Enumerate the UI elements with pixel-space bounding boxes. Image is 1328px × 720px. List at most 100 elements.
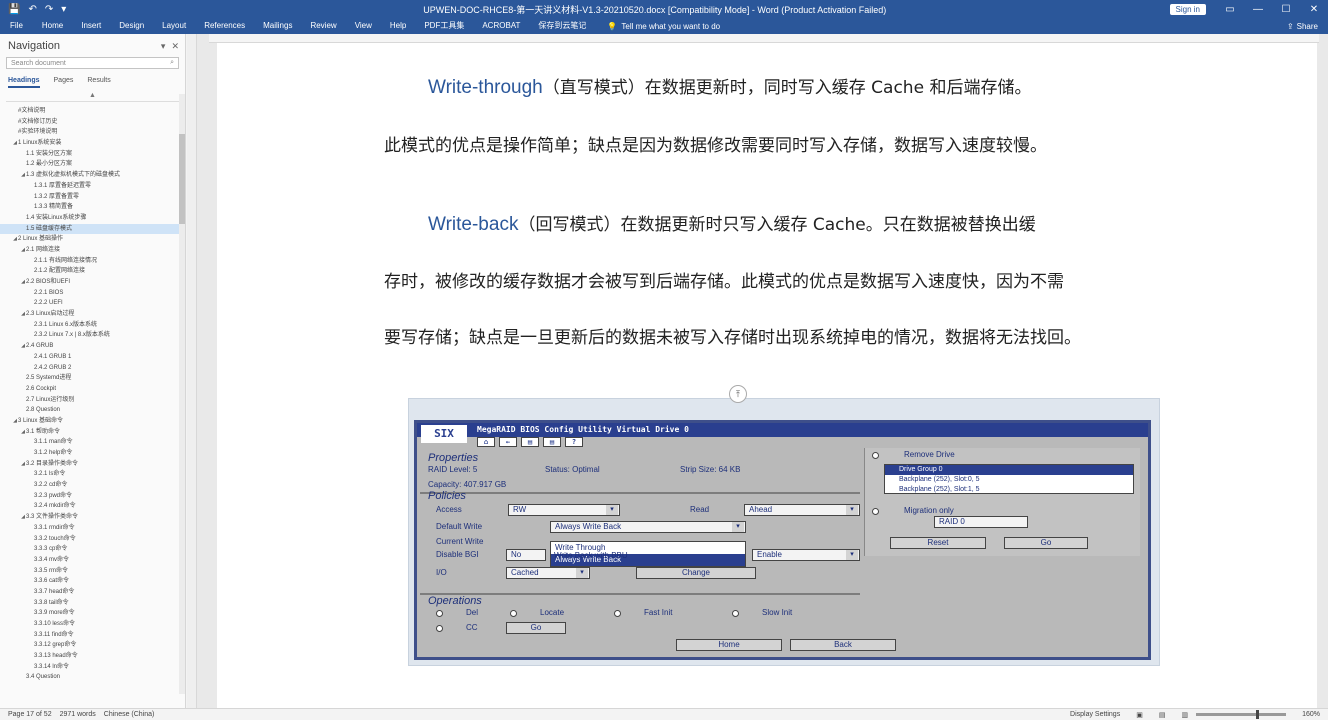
nav-heading-item[interactable]: #实验环境说明: [0, 127, 185, 138]
layout-options-icon[interactable]: ⤒: [729, 385, 747, 403]
tab-design[interactable]: Design: [110, 18, 153, 34]
nav-heading-label: 3.1.1 man命令: [34, 439, 73, 446]
sign-in-button[interactable]: Sign in: [1169, 3, 1206, 15]
nav-heading-item[interactable]: 3.3.3 cp命令: [0, 544, 185, 555]
tab-headings[interactable]: Headings: [8, 77, 40, 88]
nav-heading-item[interactable]: ◢ 2.1 网络连接: [0, 245, 185, 256]
web-layout-icon[interactable]: ▥: [1181, 711, 1188, 719]
nav-heading-item[interactable]: ◢ 2.2 BIOS和UEFI: [0, 277, 185, 288]
word-count[interactable]: 2971 words: [60, 711, 96, 718]
nav-heading-item[interactable]: 3.1.1 man命令: [0, 437, 185, 448]
tab-help[interactable]: Help: [381, 18, 415, 34]
nav-heading-item[interactable]: 2.7 Linux运行级别: [0, 395, 185, 406]
language[interactable]: Chinese (China): [104, 711, 155, 718]
zoom-level[interactable]: 160%: [1302, 711, 1320, 718]
nav-heading-item[interactable]: ◢ 2 Linux 基础操作: [0, 234, 185, 245]
nav-heading-item[interactable]: 1.5 磁盘缓存模式: [0, 223, 185, 235]
display-settings[interactable]: Display Settings: [1070, 711, 1120, 718]
search-input[interactable]: Search document ⌕: [6, 57, 179, 69]
nav-heading-item[interactable]: 3.3.5 rm命令: [0, 566, 185, 577]
page-count[interactable]: Page 17 of 52: [8, 711, 52, 718]
nav-heading-item[interactable]: 3.3.14 ln命令: [0, 662, 185, 673]
nav-heading-item[interactable]: ◢ 1.3 虚拟化虚拟机模式下的磁盘模式: [0, 170, 185, 181]
nav-heading-item[interactable]: 3.3.10 less命令: [0, 619, 185, 630]
nav-heading-item[interactable]: 3.3.4 mv命令: [0, 555, 185, 566]
tab-references[interactable]: References: [195, 18, 254, 34]
tell-me-box[interactable]: 💡 Tell me what you want to do: [595, 22, 720, 31]
nav-heading-item[interactable]: ◢ 2.4 GRUB: [0, 341, 185, 352]
nav-heading-item[interactable]: 2.1.1 有线网络连接情况: [0, 256, 185, 267]
nav-heading-item[interactable]: 3.2.3 pwd命令: [0, 491, 185, 502]
read-mode-icon[interactable]: ▣: [1136, 711, 1143, 719]
share-button[interactable]: ⇪ Share: [1287, 22, 1318, 31]
undo-icon[interactable]: ↶: [28, 4, 36, 15]
nav-heading-item[interactable]: 3.2.4 mkdir命令: [0, 501, 185, 512]
nav-heading-item[interactable]: 2.3.2 Linux 7.x | 8.x版本系统: [0, 330, 185, 341]
nav-heading-item[interactable]: 3.3.2 touch命令: [0, 534, 185, 545]
nav-heading-item[interactable]: 3.3.11 find命令: [0, 630, 185, 641]
tab-cloud-note[interactable]: 保存到云笔记: [529, 18, 595, 34]
nav-heading-item[interactable]: ◢ 3.3 文件操作类命令: [0, 512, 185, 523]
tab-layout[interactable]: Layout: [153, 18, 195, 34]
nav-heading-item[interactable]: 3.2.1 ls命令: [0, 469, 185, 480]
tab-acrobat[interactable]: ACROBAT: [473, 18, 529, 34]
nav-scroll-thumb[interactable]: [179, 134, 185, 224]
nav-heading-item[interactable]: 2.4.1 GRUB 1: [0, 352, 185, 363]
nav-heading-item[interactable]: 3.3.13 head命令: [0, 651, 185, 662]
nav-heading-item[interactable]: ◢ 2.3 Linux启动过程: [0, 309, 185, 320]
nav-heading-item[interactable]: 1.3.3 精简置备: [0, 202, 185, 213]
nav-heading-item[interactable]: 2.2.2 UEFI: [0, 298, 185, 309]
save-icon[interactable]: 💾: [8, 4, 20, 15]
tab-results[interactable]: Results: [87, 77, 110, 88]
minimize-button[interactable]: —: [1244, 4, 1272, 15]
tab-pages[interactable]: Pages: [54, 77, 74, 88]
nav-heading-item[interactable]: 3.3.7 head命令: [0, 587, 185, 598]
nav-heading-item[interactable]: 1.3.1 厚置备延迟置零: [0, 181, 185, 192]
close-button[interactable]: ✕: [1300, 4, 1328, 15]
nav-heading-item[interactable]: 3.3.8 tail命令: [0, 598, 185, 609]
nav-heading-item[interactable]: 2.1.2 配置网络连接: [0, 266, 185, 277]
nav-heading-item[interactable]: ◢ 1 Linux系统安装: [0, 138, 185, 149]
tab-insert[interactable]: Insert: [72, 18, 110, 34]
nav-heading-item[interactable]: 2.8 Question: [0, 405, 185, 416]
nav-heading-item[interactable]: #文档说明: [0, 106, 185, 117]
tab-home[interactable]: Home: [33, 18, 72, 34]
tab-view[interactable]: View: [346, 18, 381, 34]
nav-heading-item[interactable]: 3.3.12 grep命令: [0, 640, 185, 651]
nav-heading-item[interactable]: 3.3.9 more命令: [0, 608, 185, 619]
nav-scrollbar[interactable]: [179, 94, 185, 694]
nav-heading-item[interactable]: 3.3.6 cat命令: [0, 576, 185, 587]
print-layout-icon[interactable]: ▤: [1159, 711, 1166, 719]
nav-heading-item[interactable]: 3.4 Question: [0, 672, 185, 683]
collapse-all-icon[interactable]: ▲: [6, 92, 179, 102]
customize-qat-icon[interactable]: ▾: [61, 4, 66, 15]
nav-heading-item[interactable]: ◢ 3.1 帮助命令: [0, 427, 185, 438]
close-icon[interactable]: ✕: [171, 41, 179, 52]
tab-pdf-tools[interactable]: PDF工具集: [415, 18, 473, 34]
tab-review[interactable]: Review: [301, 18, 345, 34]
chevron-down-icon[interactable]: ▾: [161, 41, 166, 52]
nav-heading-item[interactable]: 3.1.2 help命令: [0, 448, 185, 459]
nav-heading-item[interactable]: 3.2.2 cd命令: [0, 480, 185, 491]
nav-heading-item[interactable]: #文档修订历史: [0, 117, 185, 128]
nav-heading-item[interactable]: 3.3.1 rmdir命令: [0, 523, 185, 534]
nav-heading-item[interactable]: 1.1 安装分区方案: [0, 149, 185, 160]
ribbon-display-icon[interactable]: ▭: [1216, 4, 1244, 15]
tab-file[interactable]: File: [0, 18, 33, 34]
redo-icon[interactable]: ↷: [45, 4, 53, 15]
nav-heading-item[interactable]: 2.5 Systemd进程: [0, 373, 185, 384]
nav-heading-item[interactable]: 1.3.2 厚置备置零: [0, 192, 185, 203]
nav-heading-item[interactable]: ◢ 3 Linux 基础命令: [0, 416, 185, 427]
tab-mailings[interactable]: Mailings: [254, 18, 301, 34]
maximize-button[interactable]: ☐: [1272, 4, 1300, 15]
nav-heading-item[interactable]: 1.2 最小分区方案: [0, 159, 185, 170]
nav-heading-item[interactable]: 2.6 Cockpit: [0, 384, 185, 395]
zoom-slider[interactable]: [1196, 710, 1287, 719]
nav-heading-item[interactable]: ◢ 3.2 目录操作类命令: [0, 459, 185, 470]
nav-heading-item[interactable]: 2.2.1 BIOS: [0, 288, 185, 299]
nav-heading-item[interactable]: 2.4.2 GRUB 2: [0, 363, 185, 374]
nav-heading-item[interactable]: 2.3.1 Linux 6.x版本系统: [0, 320, 185, 331]
nav-heading-item[interactable]: 1.4 安装Linux系统步骤: [0, 213, 185, 224]
zoom-slider-thumb[interactable]: [1256, 710, 1260, 719]
search-icon[interactable]: ⌕: [170, 59, 174, 67]
